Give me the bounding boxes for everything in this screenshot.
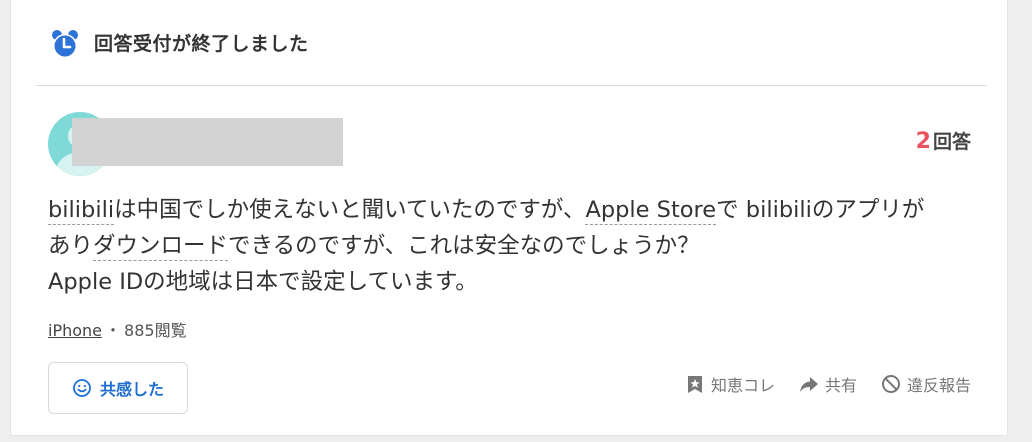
report-button[interactable]: 違反報告 [881, 372, 971, 396]
question-meta: iPhone ・ 885閲覧 [48, 318, 187, 344]
answer-count: 2 回答 [916, 129, 971, 156]
answer-count-label: 回答 [932, 131, 971, 153]
empathy-button-label: 共感した [99, 380, 164, 399]
alarm-clock-icon [52, 30, 78, 58]
redacted-username [72, 118, 343, 166]
question-line: bilibiliは中国でしか使えないと聞いていたのですが、Apple Store… [48, 192, 988, 228]
action-bar: 知恵コレ 共有 違反報告 [685, 371, 971, 397]
meta-separator: ・ [105, 321, 122, 340]
bookmark-star-icon [687, 376, 702, 393]
answer-count-number: 2 [915, 129, 931, 154]
share-button[interactable]: 共有 [799, 372, 857, 396]
prohibited-icon [881, 375, 900, 393]
keyword-link[interactable]: ダウンロード [93, 233, 229, 261]
status-bar: 回答受付が終了しました [11, 0, 1009, 86]
share-label: 共有 [824, 376, 857, 395]
status-text: 回答受付が終了しました [94, 33, 309, 55]
divider [36, 85, 987, 86]
keyword-link[interactable]: Apple Store [585, 197, 717, 225]
question-text: は中国でしか使えないと聞いていたのですが、 [114, 197, 586, 223]
smile-icon [73, 379, 91, 397]
keyword-link[interactable]: bilibili [48, 197, 115, 225]
empathy-button[interactable]: 共感した [48, 362, 188, 414]
question-line: Apple IDの地域は日本で設定しています。 [48, 264, 988, 300]
report-label: 違反報告 [906, 376, 971, 395]
view-count: 885閲覧 [124, 321, 187, 340]
share-arrow-icon [799, 377, 818, 392]
chiecolle-button[interactable]: 知恵コレ [685, 372, 775, 396]
question-text: で bilibiliのアプリが [716, 197, 925, 223]
question-text: あり [48, 233, 94, 259]
category-tag-link[interactable]: iPhone [48, 321, 102, 340]
question-text: できるのですが、これは安全なのでしょうか？ [228, 233, 700, 259]
question-line: ありダウンロードできるのですが、これは安全なのでしょうか？ [48, 228, 988, 264]
question-text: Apple IDの地域は日本で設定しています。 [48, 269, 478, 295]
chiecolle-label: 知恵コレ [710, 376, 775, 395]
question-card: 回答受付が終了しました 2 回答 bilibiliは中国でしか使えないと聞いていた… [10, 0, 1008, 436]
question-body: bilibiliは中国でしか使えないと聞いていたのですが、Apple Store… [48, 192, 988, 300]
